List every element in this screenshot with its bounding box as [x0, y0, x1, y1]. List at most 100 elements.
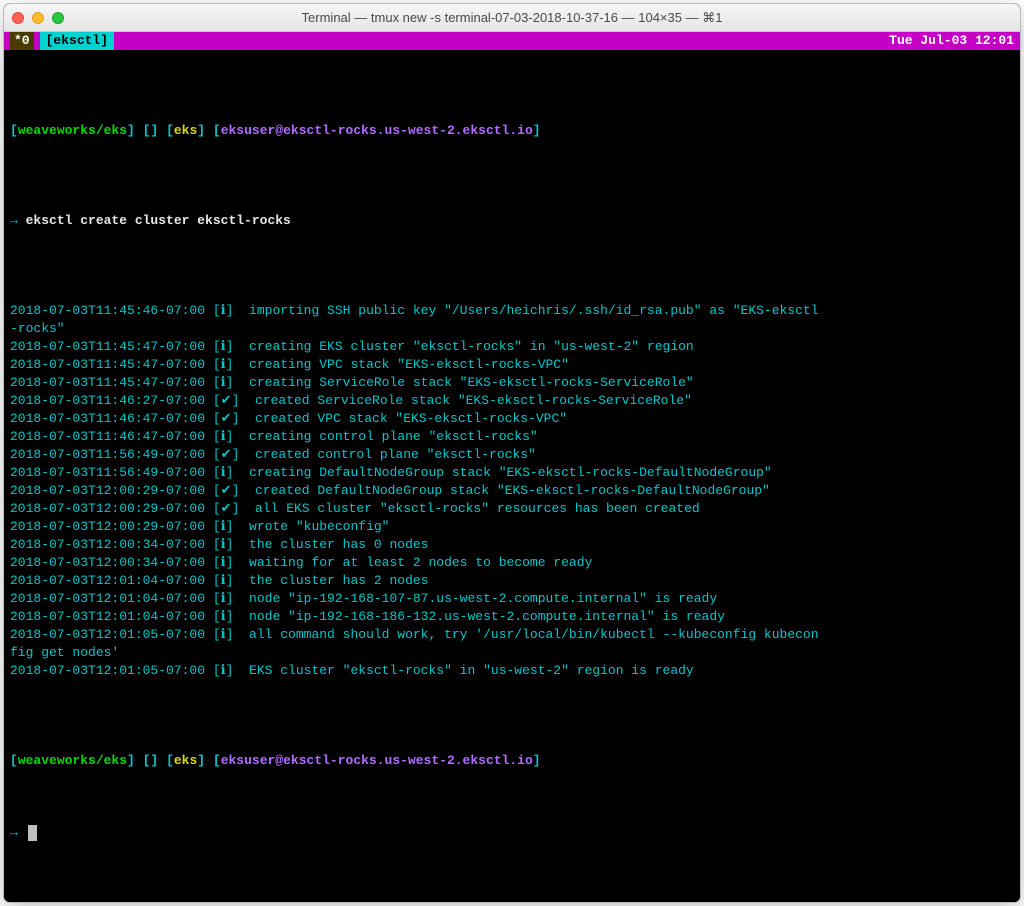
traffic-lights: [12, 12, 64, 24]
current-input-line[interactable]: →: [10, 824, 1014, 842]
log-line: 2018-07-03T12:01:04-07:00 [ℹ] node "ip-1…: [10, 608, 1014, 626]
log-message: creating DefaultNodeGroup stack "EKS-eks…: [249, 464, 772, 482]
terminal-viewport[interactable]: [weaveworks/eks] [] [eks] [eksuser@eksct…: [4, 50, 1020, 902]
log-line: 2018-07-03T11:45:47-07:00 [ℹ] creating V…: [10, 356, 1014, 374]
log-line: 2018-07-03T12:01:04-07:00 [ℹ] node "ip-1…: [10, 590, 1014, 608]
bracket: [: [10, 753, 18, 768]
log-message: creating EKS cluster "eksctl-rocks" in "…: [249, 338, 694, 356]
bracket: [: [213, 446, 221, 464]
bracket: ]: [232, 392, 240, 410]
tmux-window-index: *0: [10, 32, 34, 50]
prompt-k8s-context: eks: [174, 123, 197, 138]
bracket: ]: [226, 518, 234, 536]
bracket: [: [213, 356, 221, 374]
prompt-arrow-icon: →: [10, 213, 26, 228]
bracket: ]: [533, 753, 541, 768]
bracket: ]: [226, 356, 234, 374]
check-icon: ✔: [221, 410, 232, 428]
bracket: ]: [226, 662, 234, 680]
tmux-statusbar: *0 [eksctl] Tue Jul-03 12:01: [4, 32, 1020, 50]
log-message: created control plane "eksctl-rocks": [255, 446, 536, 464]
cursor-icon: [28, 825, 37, 841]
log-timestamp: 2018-07-03T12:01:05-07:00: [10, 662, 205, 680]
check-icon: ✔: [221, 500, 232, 518]
prompt-userhost: eksuser@eksctl-rocks.us-west-2.eksctl.io: [221, 753, 533, 768]
log-output: 2018-07-03T11:45:46-07:00 [ℹ] importing …: [10, 302, 1014, 680]
log-line: 2018-07-03T11:46:27-07:00 [✔] created Se…: [10, 392, 1014, 410]
check-icon: ✔: [221, 446, 232, 464]
bracket: [: [205, 753, 221, 768]
prompt-repo: weaveworks/eks: [18, 123, 127, 138]
log-message: wrote "kubeconfig": [249, 518, 389, 536]
bracket: ]: [226, 572, 234, 590]
bracket: ]: [197, 123, 205, 138]
bracket: [: [213, 608, 221, 626]
log-message: fig get nodes': [10, 644, 119, 662]
log-line: 2018-07-03T11:46:47-07:00 [✔] created VP…: [10, 410, 1014, 428]
prompt-branch-empty: []: [135, 753, 166, 768]
log-line: -rocks": [10, 320, 1014, 338]
bracket: ]: [226, 338, 234, 356]
prompt-repo: weaveworks/eks: [18, 753, 127, 768]
log-timestamp: 2018-07-03T12:01:04-07:00: [10, 572, 205, 590]
bracket: ]: [232, 446, 240, 464]
log-message: node "ip-192-168-186-132.us-west-2.compu…: [249, 608, 725, 626]
bracket: ]: [226, 374, 234, 392]
check-icon: ✔: [221, 392, 232, 410]
log-line: 2018-07-03T11:56:49-07:00 [✔] created co…: [10, 446, 1014, 464]
bracket: [: [205, 123, 221, 138]
bracket: ]: [226, 464, 234, 482]
log-timestamp: 2018-07-03T11:56:49-07:00: [10, 464, 205, 482]
log-line: 2018-07-03T12:00:34-07:00 [ℹ] waiting fo…: [10, 554, 1014, 572]
log-timestamp: 2018-07-03T12:01:04-07:00: [10, 590, 205, 608]
bracket: ]: [232, 482, 240, 500]
maximize-icon[interactable]: [52, 12, 64, 24]
log-message: creating control plane "eksctl-rocks": [249, 428, 538, 446]
log-message: all EKS cluster "eksctl-rocks" resources…: [255, 500, 700, 518]
prompt-arrow-icon: →: [10, 825, 26, 840]
log-message: created DefaultNodeGroup stack "EKS-eksc…: [255, 482, 770, 500]
prompt-branch-empty: []: [135, 123, 166, 138]
log-message: created VPC stack "EKS-eksctl-rocks-VPC": [255, 410, 567, 428]
log-timestamp: 2018-07-03T12:01:04-07:00: [10, 608, 205, 626]
bracket: ]: [226, 608, 234, 626]
log-message: waiting for at least 2 nodes to become r…: [249, 554, 592, 572]
command-line: → eksctl create cluster eksctl-rocks: [10, 212, 1014, 230]
bracket: [: [213, 518, 221, 536]
bracket: ]: [232, 500, 240, 518]
shell-prompt: [weaveworks/eks] [] [eks] [eksuser@eksct…: [10, 122, 1014, 140]
log-message: node "ip-192-168-107-87.us-west-2.comput…: [249, 590, 717, 608]
log-timestamp: 2018-07-03T12:00:29-07:00: [10, 500, 205, 518]
bracket: [: [213, 500, 221, 518]
log-message: the cluster has 0 nodes: [249, 536, 428, 554]
bracket: ]: [226, 302, 234, 320]
bracket: [: [213, 590, 221, 608]
log-line: 2018-07-03T12:00:34-07:00 [ℹ] the cluste…: [10, 536, 1014, 554]
bracket: [: [213, 536, 221, 554]
log-timestamp: 2018-07-03T12:00:34-07:00: [10, 536, 205, 554]
log-message: creating ServiceRole stack "EKS-eksctl-r…: [249, 374, 694, 392]
log-message: importing SSH public key "/Users/heichri…: [249, 302, 819, 320]
minimize-icon[interactable]: [32, 12, 44, 24]
bracket: [: [213, 572, 221, 590]
bracket: [: [213, 428, 221, 446]
log-line: 2018-07-03T12:01:04-07:00 [ℹ] the cluste…: [10, 572, 1014, 590]
close-icon[interactable]: [12, 12, 24, 24]
titlebar: Terminal — tmux new -s terminal-07-03-20…: [4, 4, 1020, 32]
log-line: 2018-07-03T11:45:46-07:00 [ℹ] importing …: [10, 302, 1014, 320]
bracket: [: [213, 338, 221, 356]
tmux-clock: Tue Jul-03 12:01: [889, 32, 1014, 50]
bracket: [: [213, 410, 221, 428]
log-line: 2018-07-03T12:00:29-07:00 [✔] created De…: [10, 482, 1014, 500]
log-line: 2018-07-03T12:01:05-07:00 [ℹ] EKS cluste…: [10, 662, 1014, 680]
terminal-window: Terminal — tmux new -s terminal-07-03-20…: [4, 4, 1020, 902]
bracket: ]: [127, 123, 135, 138]
check-icon: ✔: [221, 482, 232, 500]
log-message: creating VPC stack "EKS-eksctl-rocks-VPC…: [249, 356, 569, 374]
log-line: fig get nodes': [10, 644, 1014, 662]
log-line: 2018-07-03T12:00:29-07:00 [ℹ] wrote "kub…: [10, 518, 1014, 536]
window-title: Terminal — tmux new -s terminal-07-03-20…: [4, 10, 1020, 26]
log-line: 2018-07-03T11:45:47-07:00 [ℹ] creating S…: [10, 374, 1014, 392]
bracket: ]: [533, 123, 541, 138]
log-timestamp: 2018-07-03T11:45:47-07:00: [10, 374, 205, 392]
